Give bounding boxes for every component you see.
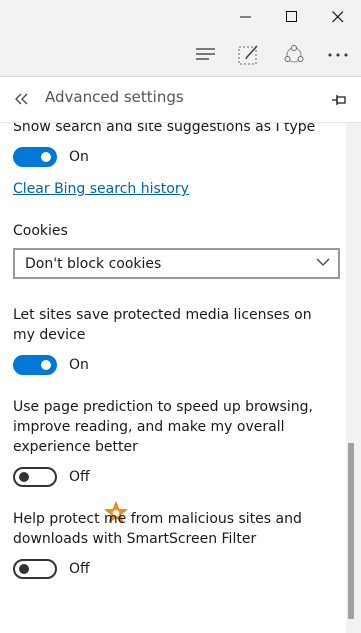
back-button[interactable]	[10, 87, 34, 111]
cookies-select[interactable]: Don't block cookies	[13, 248, 340, 279]
hub-icon	[196, 48, 215, 60]
page-prediction-label: Use page prediction to speed up browsing…	[13, 399, 313, 455]
more-icon	[328, 53, 348, 57]
chevron-down-icon	[316, 258, 330, 266]
share-button[interactable]	[276, 37, 312, 73]
cookies-select-value: Don't block cookies	[25, 256, 162, 272]
toggle-knob	[41, 152, 51, 162]
media-licenses-toggle[interactable]	[13, 355, 57, 375]
toggle-knob	[19, 564, 29, 574]
scrollbar-thumb[interactable]	[348, 443, 354, 619]
close-icon	[332, 10, 344, 22]
page-prediction-toggle[interactable]	[13, 467, 57, 487]
settings-list: Show search and site suggestions as I ty…	[0, 123, 344, 633]
search-suggestions-label: Show search and site suggestions as I ty…	[13, 123, 316, 135]
browser-toolbar	[0, 33, 361, 77]
search-suggestions-toggle[interactable]	[13, 147, 57, 167]
cookies-label: Cookies	[13, 223, 68, 239]
pin-icon	[332, 95, 346, 105]
web-note-icon	[238, 45, 258, 65]
media-licenses-state: On	[69, 357, 89, 373]
panel-title: Advanced settings	[45, 88, 184, 106]
clear-bing-history-link[interactable]: Clear Bing search history	[13, 179, 189, 199]
maximize-button[interactable]	[269, 0, 315, 33]
minimize-button[interactable]	[223, 0, 269, 33]
maximize-icon	[286, 10, 297, 22]
smartscreen-toggle[interactable]	[13, 559, 57, 579]
share-icon	[284, 45, 304, 63]
toggle-knob	[19, 472, 29, 482]
page-prediction-state: Off	[69, 469, 90, 485]
close-button[interactable]	[315, 0, 361, 33]
media-licenses-label: Let sites save protected media licenses …	[13, 307, 312, 343]
more-button[interactable]	[320, 37, 356, 73]
advanced-settings-panel: Advanced settings Show search and site s…	[0, 77, 361, 633]
title-bar	[0, 0, 361, 33]
web-note-button[interactable]	[231, 37, 267, 73]
pin-button[interactable]	[327, 88, 351, 112]
hub-button[interactable]	[188, 37, 224, 73]
panel-header: Advanced settings	[0, 77, 361, 123]
double-chevron-left-icon	[15, 93, 28, 105]
panel-scrollbar[interactable]	[346, 123, 361, 633]
toggle-knob	[41, 360, 51, 370]
minimize-icon	[240, 16, 251, 17]
search-suggestions-state: On	[69, 149, 89, 165]
smartscreen-state: Off	[69, 561, 90, 577]
smartscreen-label: Help protect me from malicious sites and…	[13, 511, 302, 547]
